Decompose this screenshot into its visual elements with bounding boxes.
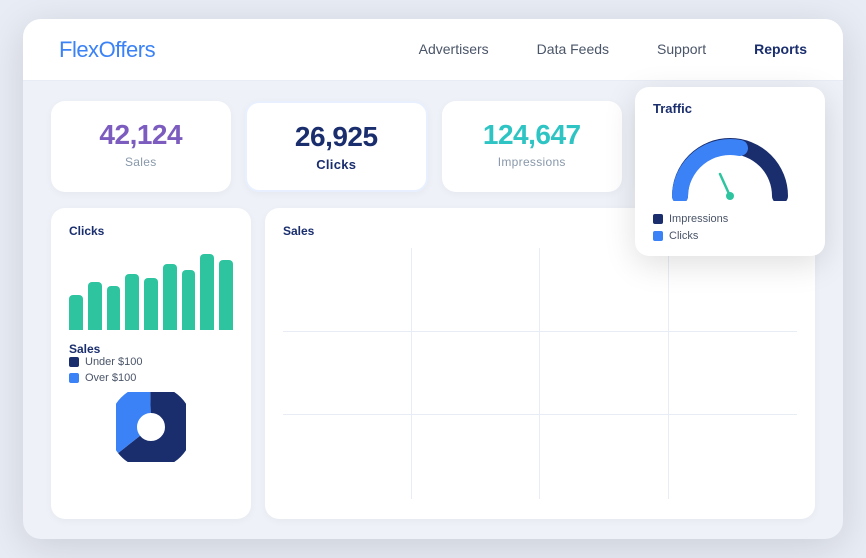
app-container: FlexOffers Advertisers Data Feeds Suppor… <box>23 19 843 539</box>
nav-item-datafeeds[interactable]: Data Feeds <box>537 41 609 59</box>
grid-cell-1 <box>283 248 412 332</box>
bar-9 <box>219 260 233 330</box>
pie-legend: Under $100 Over $100 <box>69 356 233 384</box>
stat-value-sales: 42,124 <box>99 119 182 151</box>
gauge-wrap <box>653 126 807 201</box>
pie-chart <box>116 392 186 462</box>
grid-cell-2 <box>412 248 541 332</box>
nav-links: Advertisers Data Feeds Support Reports <box>419 41 807 59</box>
sales-legend-title: Sales <box>69 342 233 356</box>
traffic-legend-impressions: Impressions <box>653 213 807 225</box>
bar-2 <box>88 282 102 330</box>
stat-card-clicks: 26,925 Clicks <box>245 101 429 192</box>
grid-cell-6 <box>412 332 541 416</box>
nav-item-advertisers[interactable]: Advertisers <box>419 41 489 59</box>
grid-cell-12 <box>669 415 798 499</box>
traffic-legend: Impressions Clicks <box>653 213 807 242</box>
bar-3 <box>107 286 121 330</box>
nav-link-reports[interactable]: Reports <box>754 41 807 57</box>
logo-flex: Flex <box>59 37 99 62</box>
stat-card-sales: 42,124 Sales <box>51 101 231 192</box>
stat-value-impressions: 124,647 <box>483 119 581 151</box>
bar-4 <box>125 274 139 330</box>
traffic-legend-clicks: Clicks <box>653 230 807 242</box>
left-chart-card: Clicks Sales <box>51 208 251 519</box>
grid-cell-9 <box>283 415 412 499</box>
pie-chart-wrap <box>69 392 233 462</box>
legend-dot-under100 <box>69 357 79 367</box>
bar-5 <box>144 278 158 330</box>
bar-chart <box>69 250 233 330</box>
bar-1 <box>69 295 83 330</box>
bar-6 <box>163 264 177 330</box>
navbar: FlexOffers Advertisers Data Feeds Suppor… <box>23 19 843 81</box>
nav-link-datafeeds[interactable]: Data Feeds <box>537 41 609 57</box>
legend-item-under100: Under $100 <box>69 356 233 368</box>
grid-cell-4 <box>669 248 798 332</box>
logo-offers: Offers <box>99 37 156 62</box>
traffic-dot-impressions <box>653 214 663 224</box>
stat-value-clicks: 26,925 <box>295 121 378 153</box>
legend-dot-over100 <box>69 373 79 383</box>
nav-item-support[interactable]: Support <box>657 41 706 59</box>
stat-label-clicks: Clicks <box>316 157 356 172</box>
grid-cell-10 <box>412 415 541 499</box>
traffic-dot-clicks <box>653 231 663 241</box>
traffic-popup: Traffic Impressions Clicks <box>635 87 825 256</box>
nav-link-advertisers[interactable]: Advertisers <box>419 41 489 57</box>
stat-label-sales: Sales <box>125 155 157 169</box>
clicks-chart-title: Clicks <box>69 224 233 238</box>
traffic-label-clicks: Clicks <box>669 230 698 242</box>
stat-card-impressions: 124,647 Impressions <box>442 101 622 192</box>
stat-label-impressions: Impressions <box>498 155 566 169</box>
bar-8 <box>200 254 214 330</box>
grid-cell-8 <box>669 332 798 416</box>
gauge-chart <box>665 126 795 201</box>
traffic-label-impressions: Impressions <box>669 213 728 225</box>
legend-label-over100: Over $100 <box>85 372 136 384</box>
sales-grid <box>283 248 797 499</box>
pie-section: Sales Under $100 Over $100 <box>69 342 233 462</box>
nav-item-reports[interactable]: Reports <box>754 41 807 59</box>
traffic-popup-title: Traffic <box>653 101 807 116</box>
bar-7 <box>182 270 196 330</box>
nav-link-support[interactable]: Support <box>657 41 706 57</box>
grid-cell-5 <box>283 332 412 416</box>
grid-cell-3 <box>540 248 669 332</box>
grid-cell-7 <box>540 332 669 416</box>
legend-label-under100: Under $100 <box>85 356 143 368</box>
logo: FlexOffers <box>59 37 155 63</box>
grid-cell-11 <box>540 415 669 499</box>
legend-item-over100: Over $100 <box>69 372 233 384</box>
